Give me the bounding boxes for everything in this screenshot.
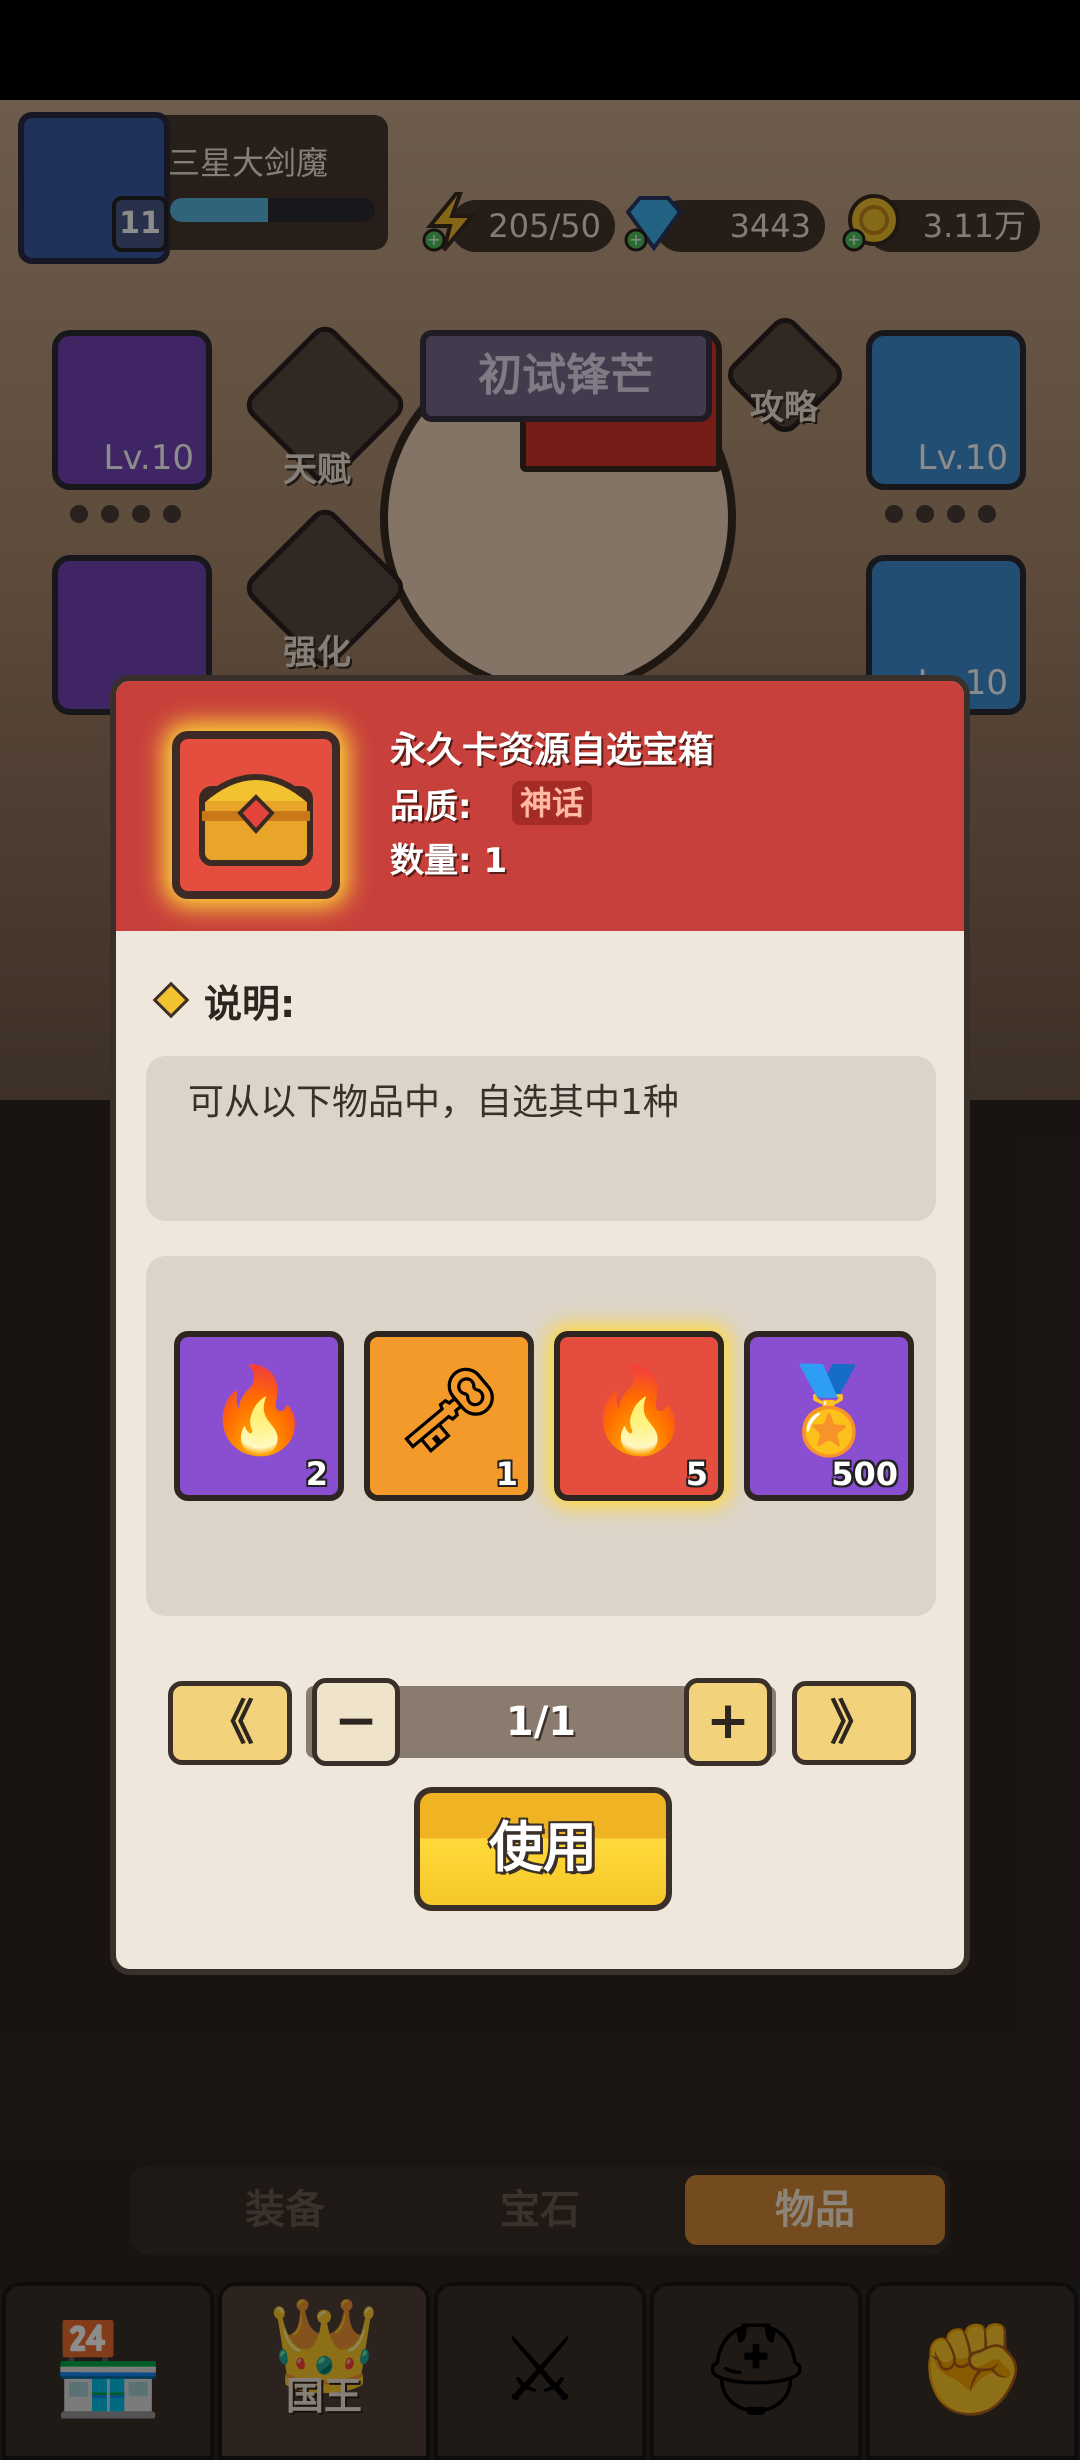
fire-gem-icon: 🔥: [206, 1361, 312, 1459]
first-page-button[interactable]: 《: [168, 1681, 292, 1765]
reward-option[interactable]: 🔥 2: [174, 1331, 344, 1501]
medal-icon: 🏅: [776, 1361, 882, 1459]
key-icon: 🗝: [395, 1361, 503, 1459]
item-detail-dialog: 永久卡资源自选宝箱 品质: 神话 数量: 1 说明: 可从以下物品中，自选其中1…: [110, 675, 970, 1975]
reward-count: 2: [305, 1455, 328, 1493]
diamond-bullet-icon: [152, 981, 190, 1019]
reward-option[interactable]: 🔥 5: [554, 1331, 724, 1501]
quality-label: 品质:: [390, 787, 472, 827]
description-label: 说明:: [204, 982, 296, 1026]
reward-option[interactable]: 🗝 1: [364, 1331, 534, 1501]
golden-flame-icon: 🔥: [586, 1361, 692, 1459]
description-text: 可从以下物品中，自选其中1种: [188, 1082, 679, 1123]
reward-option[interactable]: 🏅 500: [744, 1331, 914, 1501]
last-page-button[interactable]: 》: [792, 1681, 916, 1765]
increase-button[interactable]: +: [684, 1678, 772, 1766]
item-name: 永久卡资源自选宝箱: [390, 730, 715, 771]
reward-count: 5: [685, 1455, 708, 1493]
reward-count: 1: [495, 1455, 518, 1493]
reward-count: 500: [831, 1455, 898, 1493]
decrease-button[interactable]: −: [312, 1678, 400, 1766]
quality-badge: 神话: [512, 781, 593, 825]
use-button[interactable]: 使用: [414, 1787, 672, 1911]
status-bar: [0, 0, 1080, 100]
quantity-label: 数量: 1: [390, 841, 508, 881]
quantity-value: 1: [483, 841, 508, 881]
item-frame: [172, 731, 340, 899]
treasure-chest-icon: [199, 774, 313, 866]
